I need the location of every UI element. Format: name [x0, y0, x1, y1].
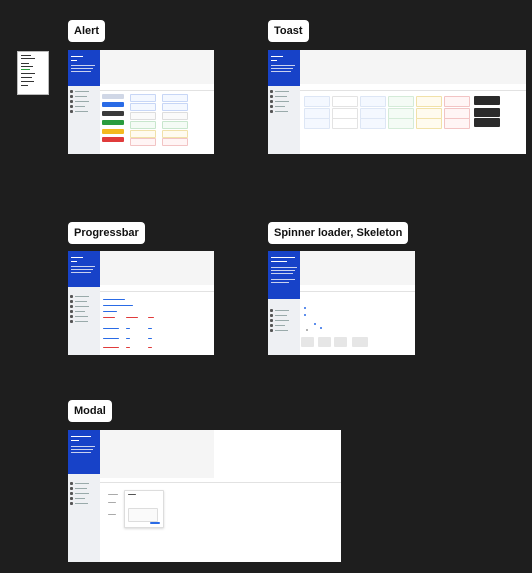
frame-modal[interactable] [68, 430, 341, 562]
frame-label-alert[interactable]: Alert [68, 20, 106, 42]
frame-label-progressbar[interactable]: Progressbar [68, 222, 145, 244]
frame-label-spinner-skeleton[interactable]: Spinner loader, Skeleton [268, 222, 409, 244]
frame-alert[interactable] [68, 50, 214, 154]
frame-progressbar[interactable] [68, 251, 214, 355]
page-thumbnail[interactable] [17, 51, 49, 95]
frame-label-modal[interactable]: Modal [68, 400, 112, 422]
frame-toast[interactable] [268, 50, 526, 154]
frame-label-toast[interactable]: Toast [268, 20, 309, 42]
frame-spinner-skeleton[interactable] [268, 251, 415, 355]
